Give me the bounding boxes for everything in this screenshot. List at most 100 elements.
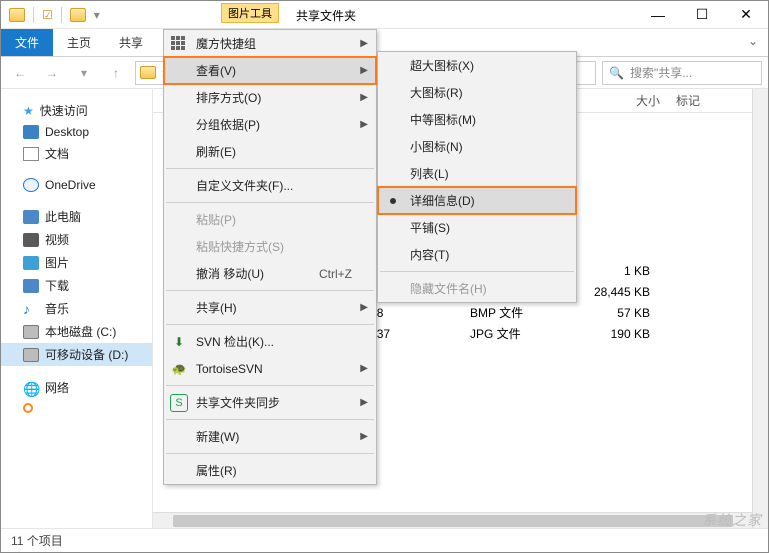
item-count: 11 个项目: [11, 532, 63, 549]
submenu-arrow-icon: ▶: [360, 397, 368, 408]
file-row[interactable]: 1 10:37JPG 文件190 KB: [350, 323, 750, 344]
menu-item-undo[interactable]: 撤消 移动(U)Ctrl+Z: [164, 260, 376, 287]
menu-item-content[interactable]: 内容(T): [378, 241, 576, 268]
menu-item-paste: 粘贴(P): [164, 206, 376, 233]
view-submenu: 超大图标(X) 大图标(R) 中等图标(M) 小图标(N) 列表(L) 详细信息…: [377, 51, 577, 303]
menu-item-share[interactable]: 共享(H)▶: [164, 294, 376, 321]
scrollbar-thumb[interactable]: [173, 515, 733, 527]
pc-icon: [23, 210, 39, 224]
video-icon: [23, 233, 39, 247]
sidebar-item-quick-access[interactable]: ★快速访问: [1, 99, 152, 122]
svn-icon: ⬇: [170, 333, 188, 351]
tab-home[interactable]: 主页: [53, 29, 105, 56]
tab-share[interactable]: 共享: [105, 29, 157, 56]
menu-item-medium-icons[interactable]: 中等图标(M): [378, 106, 576, 133]
menu-item-customize[interactable]: 自定义文件夹(F)...: [164, 172, 376, 199]
navigation-pane: ★快速访问 Desktop 文档 OneDrive 此电脑 视频 图片 下载 ♪…: [1, 89, 153, 528]
separator: [61, 7, 62, 23]
forward-button[interactable]: →: [39, 61, 65, 85]
sidebar-item-videos[interactable]: 视频: [1, 228, 152, 251]
ribbon-expand-button[interactable]: ⌄: [738, 29, 768, 56]
shortcut-label: Ctrl+Z: [319, 267, 352, 281]
search-icon: 🔍: [609, 66, 624, 80]
indicator-dot: [23, 403, 33, 413]
download-icon: [23, 279, 39, 293]
context-menu: 魔方快捷组▶ 查看(V)▶ 排序方式(O)▶ 分组依据(P)▶ 刷新(E) 自定…: [163, 29, 377, 485]
sidebar-item-network[interactable]: 🌐网络: [1, 376, 152, 399]
sidebar-item-onedrive[interactable]: OneDrive: [1, 175, 152, 195]
sync-icon: S: [170, 394, 188, 412]
separator: [33, 7, 34, 23]
document-icon: [23, 147, 39, 161]
menu-item-view[interactable]: 查看(V)▶: [164, 57, 376, 84]
menu-item-paste-shortcut: 粘贴快捷方式(S): [164, 233, 376, 260]
menu-item-large-icons[interactable]: 大图标(R): [378, 79, 576, 106]
sidebar-item-documents[interactable]: 文档: [1, 142, 152, 165]
quick-access-toolbar: ☑ ▾: [1, 7, 100, 23]
submenu-arrow-icon: ▶: [360, 65, 368, 76]
submenu-arrow-icon: ▶: [360, 431, 368, 442]
recent-dropdown[interactable]: ▾: [71, 61, 97, 85]
menu-item-hide-filenames: 隐藏文件名(H): [378, 275, 576, 302]
menu-item-refresh[interactable]: 刷新(E): [164, 138, 376, 165]
menu-item-details[interactable]: 详细信息(D): [378, 187, 576, 214]
drive-icon: [23, 325, 39, 339]
menu-item-xl-icons[interactable]: 超大图标(X): [378, 52, 576, 79]
sidebar-item-c-drive[interactable]: 本地磁盘 (C:): [1, 320, 152, 343]
folder-icon: [9, 8, 25, 22]
dropdown-icon[interactable]: ▾: [94, 8, 100, 22]
submenu-arrow-icon: ▶: [360, 363, 368, 374]
menu-item-new[interactable]: 新建(W)▶: [164, 423, 376, 450]
desktop-icon: [23, 125, 39, 139]
grid-icon: [170, 35, 188, 53]
watermark: 系统之家: [702, 510, 762, 530]
minimize-button[interactable]: —: [636, 1, 680, 29]
cell-size: 190 KB: [560, 327, 650, 341]
cell-type: JPG 文件: [470, 325, 560, 342]
close-button[interactable]: ✕: [724, 1, 768, 29]
search-input[interactable]: 🔍 搜索"共享...: [602, 61, 762, 85]
music-icon: ♪: [23, 302, 39, 316]
back-button[interactable]: ←: [7, 61, 33, 85]
menu-item-properties[interactable]: 属性(R): [164, 457, 376, 484]
menu-item-folder-sync[interactable]: S共享文件夹同步▶: [164, 389, 376, 416]
menu-item-magic[interactable]: 魔方快捷组▶: [164, 30, 376, 57]
sidebar-item-desktop[interactable]: Desktop: [1, 122, 152, 142]
status-bar: 11 个项目: [1, 528, 768, 552]
window-title: 共享文件夹: [296, 7, 356, 24]
submenu-arrow-icon: ▶: [360, 119, 368, 130]
submenu-arrow-icon: ▶: [360, 302, 368, 313]
cell-type: BMP 文件: [470, 304, 560, 321]
title-bar: ☑ ▾ 图片工具 共享文件夹 — ☐ ✕: [1, 1, 768, 29]
vertical-scrollbar[interactable]: [752, 89, 768, 528]
maximize-button[interactable]: ☐: [680, 1, 724, 29]
sidebar-item-music[interactable]: ♪音乐: [1, 297, 152, 320]
star-icon: ★: [23, 104, 34, 118]
tab-file[interactable]: 文件: [1, 29, 53, 56]
sidebar-item-pictures[interactable]: 图片: [1, 251, 152, 274]
menu-item-list[interactable]: 列表(L): [378, 160, 576, 187]
up-button[interactable]: ↑: [103, 61, 129, 85]
file-row[interactable]: 8 8:28BMP 文件57 KB: [350, 302, 750, 323]
menu-item-svn-checkout[interactable]: ⬇SVN 检出(K)...: [164, 328, 376, 355]
menu-item-tortoisesvn[interactable]: 🐢TortoiseSVN▶: [164, 355, 376, 382]
menu-item-sort[interactable]: 排序方式(O)▶: [164, 84, 376, 111]
menu-item-group[interactable]: 分组依据(P)▶: [164, 111, 376, 138]
menu-item-tiles[interactable]: 平铺(S): [378, 214, 576, 241]
network-icon: 🌐: [23, 381, 39, 395]
horizontal-scrollbar[interactable]: [153, 512, 752, 528]
sidebar-item-downloads[interactable]: 下载: [1, 274, 152, 297]
tortoise-icon: 🐢: [170, 360, 188, 378]
folder-icon: [70, 8, 86, 22]
search-placeholder: 搜索"共享...: [630, 64, 692, 81]
sidebar-item-d-drive[interactable]: 可移动设备 (D:): [1, 343, 152, 366]
checkbox-icon[interactable]: ☑: [42, 8, 53, 22]
cloud-icon: [23, 178, 39, 192]
sidebar-item-this-pc[interactable]: 此电脑: [1, 205, 152, 228]
submenu-arrow-icon: ▶: [360, 38, 368, 49]
submenu-arrow-icon: ▶: [360, 92, 368, 103]
drive-icon: [23, 348, 39, 362]
folder-icon: [140, 66, 156, 79]
menu-item-small-icons[interactable]: 小图标(N): [378, 133, 576, 160]
contextual-tab-label: 图片工具: [221, 3, 279, 23]
